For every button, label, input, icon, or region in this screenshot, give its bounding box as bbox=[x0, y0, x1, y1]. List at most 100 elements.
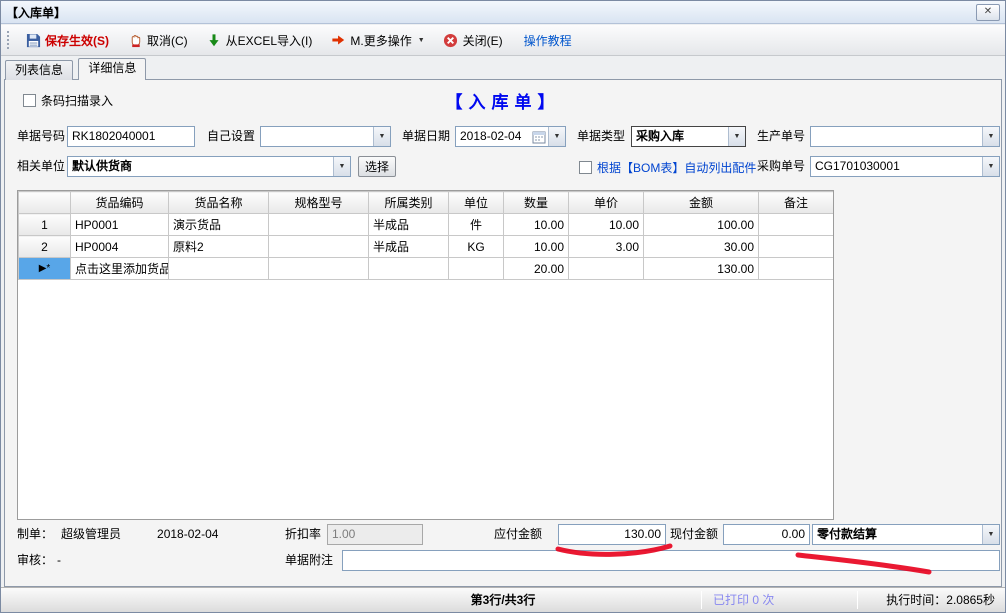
cell-spec[interactable] bbox=[269, 258, 369, 280]
table-row[interactable]: 2 HP0004 原料2 半成品 KG 10.00 3.00 30.00 bbox=[19, 236, 834, 258]
statusbar: 第3行/共3行 已打印 0 次 执行时间：2.0865秒 bbox=[1, 587, 1005, 612]
statusbar-separator bbox=[701, 591, 702, 609]
doc-note-label: 单据附注 bbox=[285, 550, 333, 571]
chevron-down-icon: ▼ bbox=[982, 525, 999, 544]
doc-number-input[interactable]: RK1802040001 bbox=[67, 126, 195, 147]
toolbar-grip bbox=[7, 31, 10, 49]
self-set-select[interactable]: ▼ bbox=[260, 126, 391, 147]
window-title: 【入库单】 bbox=[6, 4, 66, 21]
payable-amount-input[interactable]: 130.00 bbox=[558, 524, 666, 545]
audit-label: 审核： bbox=[17, 550, 53, 571]
more-right-arrow-icon bbox=[330, 32, 346, 48]
add-item-hint[interactable]: 点击这里添加货品 bbox=[71, 258, 169, 280]
cell-code[interactable]: HP0004 bbox=[71, 236, 169, 258]
cell-note[interactable] bbox=[759, 236, 834, 258]
paid-amount-input[interactable]: 0.00 bbox=[723, 524, 810, 545]
cancel-hand-icon bbox=[127, 32, 143, 48]
cell-qty[interactable]: 10.00 bbox=[504, 214, 569, 236]
tab-list-info[interactable]: 列表信息 bbox=[5, 60, 73, 80]
settlement-select[interactable]: 零付款结算 ▼ bbox=[812, 524, 1000, 545]
close-icon: ✕ bbox=[984, 5, 992, 19]
grid-header-row: 货品编码 货品名称 规格型号 所属类别 单位 数量 单价 金额 备注 bbox=[19, 192, 834, 214]
col-header-price[interactable]: 单价 bbox=[569, 192, 644, 214]
tab-detail-info[interactable]: 详细信息 bbox=[78, 58, 146, 80]
cell-amount[interactable]: 100.00 bbox=[644, 214, 759, 236]
doc-type-select[interactable]: 采购入库 ▼ bbox=[631, 126, 746, 147]
related-unit-label: 相关单位 bbox=[17, 156, 65, 177]
col-header-note[interactable]: 备注 bbox=[759, 192, 834, 214]
cell-unit[interactable] bbox=[449, 258, 504, 280]
cell-category[interactable] bbox=[369, 258, 449, 280]
cancel-button[interactable]: 取消(C) bbox=[124, 30, 191, 51]
cell-note[interactable] bbox=[759, 214, 834, 236]
cell-unit[interactable]: 件 bbox=[449, 214, 504, 236]
cell-price[interactable]: 3.00 bbox=[569, 236, 644, 258]
tutorial-link[interactable]: 操作教程 bbox=[524, 32, 572, 49]
bom-auto-label: 根据【BOM表】自动列出配件 bbox=[597, 159, 756, 176]
chevron-down-icon: ▼ bbox=[728, 127, 745, 146]
select-unit-button[interactable]: 选择 bbox=[358, 156, 396, 177]
cell-category[interactable]: 半成品 bbox=[369, 236, 449, 258]
doc-number-label: 单据号码 bbox=[17, 126, 65, 147]
doc-date-picker[interactable]: 2018-02-04 ▼ bbox=[455, 126, 566, 147]
excel-import-button[interactable]: 从EXCEL导入(I) bbox=[203, 30, 316, 51]
maker-date: 2018-02-04 bbox=[157, 524, 218, 545]
cell-spec[interactable] bbox=[269, 214, 369, 236]
cell-note[interactable] bbox=[759, 258, 834, 280]
checkbox-icon bbox=[579, 161, 592, 174]
tabstrip: 列表信息 详细信息 bbox=[5, 58, 148, 79]
related-unit-select[interactable]: 默认供货商 ▼ bbox=[67, 156, 351, 177]
col-header-spec[interactable]: 规格型号 bbox=[269, 192, 369, 214]
toolbar: 保存生效(S) 取消(C) 从EXCEL导入(I) M.更多操作 ▼ 关闭( bbox=[1, 25, 1005, 56]
related-unit-value: 默认供货商 bbox=[72, 159, 132, 173]
cell-price[interactable] bbox=[569, 258, 644, 280]
bom-auto-checkbox[interactable]: 根据【BOM表】自动列出配件 bbox=[579, 159, 756, 175]
chevron-down-icon: ▼ bbox=[982, 157, 999, 176]
col-header-category[interactable]: 所属类别 bbox=[369, 192, 449, 214]
new-item-row[interactable]: ▶* 点击这里添加货品 20.00 130.00 bbox=[19, 258, 834, 280]
save-button[interactable]: 保存生效(S) bbox=[22, 30, 112, 51]
close-circle-icon bbox=[443, 32, 459, 48]
window-close-button[interactable]: ✕ bbox=[976, 4, 1000, 21]
col-header-qty[interactable]: 数量 bbox=[504, 192, 569, 214]
cell-spec[interactable] bbox=[269, 236, 369, 258]
doc-type-value: 采购入库 bbox=[636, 129, 684, 143]
row-selector[interactable]: 2 bbox=[19, 236, 71, 258]
cell-unit[interactable]: KG bbox=[449, 236, 504, 258]
calendar-icon bbox=[532, 130, 546, 144]
grid-corner[interactable] bbox=[19, 192, 71, 214]
save-floppy-icon bbox=[25, 32, 41, 48]
maker-label: 制单： bbox=[17, 524, 53, 545]
cell-qty[interactable]: 10.00 bbox=[504, 236, 569, 258]
page-title: 【入库单】 bbox=[5, 88, 1001, 113]
cell-amount[interactable]: 30.00 bbox=[644, 236, 759, 258]
cell-code[interactable]: HP0001 bbox=[71, 214, 169, 236]
purchase-order-value: CG1701030001 bbox=[815, 159, 900, 173]
doc-note-input[interactable] bbox=[342, 550, 1000, 571]
purchase-order-select[interactable]: CG1701030001 ▼ bbox=[810, 156, 1000, 177]
col-header-code[interactable]: 货品编码 bbox=[71, 192, 169, 214]
cell-name[interactable]: 原料2 bbox=[169, 236, 269, 258]
cell-name[interactable] bbox=[169, 258, 269, 280]
close-label: 关闭(E) bbox=[463, 32, 503, 49]
audit-value: - bbox=[57, 550, 61, 571]
chevron-down-icon: ▼ bbox=[548, 127, 565, 146]
cell-category[interactable]: 半成品 bbox=[369, 214, 449, 236]
production-order-select[interactable]: ▼ bbox=[810, 126, 1000, 147]
close-button[interactable]: 关闭(E) bbox=[440, 30, 506, 51]
more-operations-button[interactable]: M.更多操作 ▼ bbox=[327, 30, 427, 51]
cell-price[interactable]: 10.00 bbox=[569, 214, 644, 236]
maker-value: 超级管理员 bbox=[61, 524, 121, 545]
col-header-amount[interactable]: 金额 bbox=[644, 192, 759, 214]
titlebar: 【入库单】 ✕ bbox=[1, 1, 1005, 24]
table-row[interactable]: 1 HP0001 演示货品 半成品 件 10.00 10.00 100.00 bbox=[19, 214, 834, 236]
purchase-order-label: 采购单号 bbox=[757, 156, 805, 177]
col-header-name[interactable]: 货品名称 bbox=[169, 192, 269, 214]
row-selector[interactable]: 1 bbox=[19, 214, 71, 236]
cell-name[interactable]: 演示货品 bbox=[169, 214, 269, 236]
cancel-label: 取消(C) bbox=[147, 32, 188, 49]
new-row-marker[interactable]: ▶* bbox=[19, 258, 71, 280]
printed-status: 已打印 0 次 bbox=[713, 588, 774, 612]
col-header-unit[interactable]: 单位 bbox=[449, 192, 504, 214]
payable-amount-label: 应付金额 bbox=[494, 524, 542, 545]
